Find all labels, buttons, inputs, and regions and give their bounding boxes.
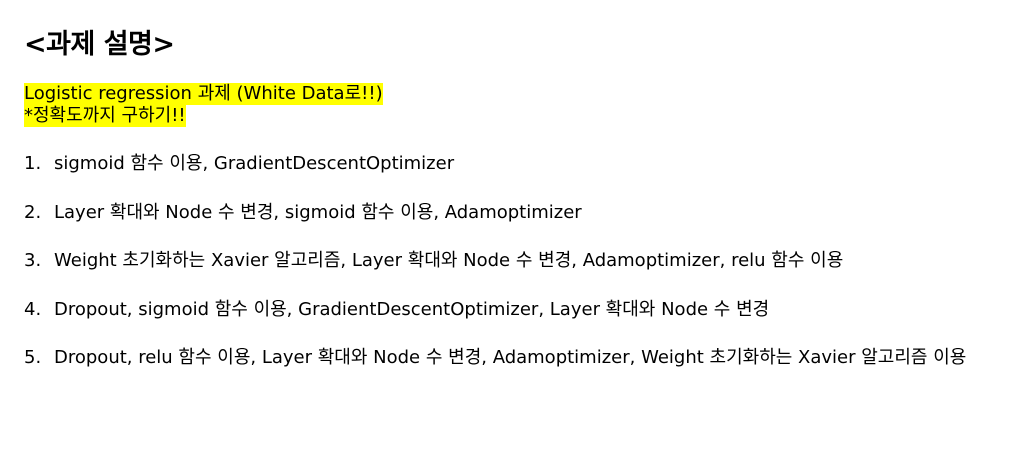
list-item: 3. Weight 초기화하는 Xavier 알고리즘, Layer 확대와 N…: [24, 249, 966, 273]
item-text: sigmoid 함수 이용, GradientDescentOptimizer: [54, 153, 455, 174]
list-item: 5. Dropout, relu 함수 이용, Layer 확대와 Node 수…: [24, 346, 966, 370]
assignment-summary: Logistic regression 과제 (White Data로!!): [24, 83, 383, 105]
page-title: <과제 설명>: [24, 29, 175, 60]
item-number: 5.: [24, 347, 42, 368]
item-text: Dropout, relu 함수 이용, Layer 확대와 Node 수 변경…: [54, 347, 967, 368]
highlighted-note: Logistic regression 과제 (White Data로!!) *…: [24, 83, 383, 127]
item-number: 1.: [24, 153, 42, 174]
accuracy-note: *정확도까지 구하기!!: [24, 105, 186, 127]
list-item: 1. sigmoid 함수 이용, GradientDescentOptimiz…: [24, 152, 966, 176]
item-number: 2.: [24, 201, 42, 223]
item-text: Dropout, sigmoid 함수 이용, GradientDescentO…: [54, 298, 770, 320]
item-text: Layer 확대와 Node 수 변경, sigmoid 함수 이용, Adam…: [54, 201, 582, 223]
item-number: 4.: [24, 298, 42, 320]
item-number: 3.: [24, 250, 42, 271]
list-item: 2. Layer 확대와 Node 수 변경, sigmoid 함수 이용, A…: [24, 201, 966, 225]
list-item: 4. Dropout, sigmoid 함수 이용, GradientDesce…: [24, 298, 966, 322]
item-text: Weight 초기화하는 Xavier 알고리즘, Layer 확대와 Node…: [54, 250, 844, 271]
task-list: 1. sigmoid 함수 이용, GradientDescentOptimiz…: [24, 152, 966, 395]
